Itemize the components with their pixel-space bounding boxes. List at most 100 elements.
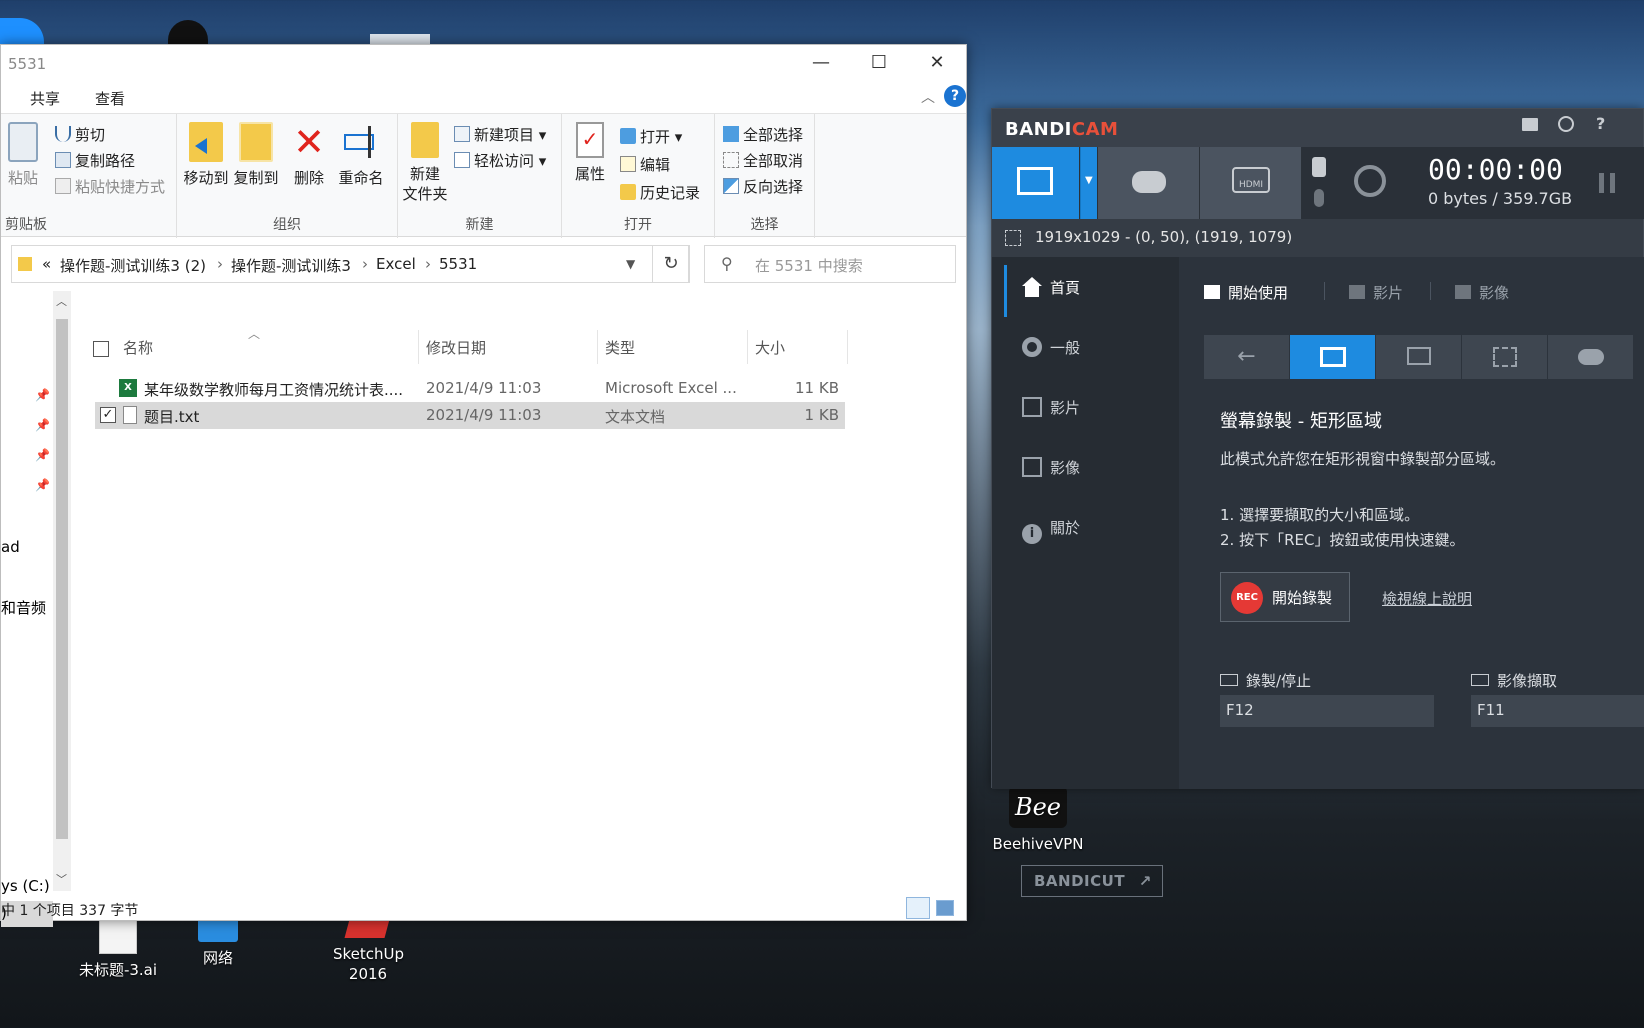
hdmi-mode-button[interactable]: HDMI xyxy=(1200,147,1302,219)
cut-button[interactable]: 剪切 xyxy=(55,124,105,145)
nav-item[interactable]: 和音频 xyxy=(1,597,46,618)
breadcrumb-item[interactable]: 操作题-测试训练3 xyxy=(231,255,351,276)
clock-icon[interactable] xyxy=(1558,116,1574,132)
speaker-icon[interactable] xyxy=(1312,157,1326,177)
select-all-button[interactable]: 全部选择 xyxy=(723,124,803,145)
bandicut-button[interactable]: BANDICUT ↗ xyxy=(1021,865,1163,897)
sidebar-item-image[interactable]: 影像 xyxy=(1022,457,1080,478)
address-bar[interactable]: « 操作题-测试训练3 (2) › 操作题-测试训练3 › Excel › 55… xyxy=(11,245,689,283)
refresh-button[interactable]: ↻ xyxy=(652,245,690,283)
tab-view[interactable]: 查看 xyxy=(95,88,125,109)
around-mouse-mode-tile[interactable] xyxy=(1462,335,1547,379)
app-icon-partial[interactable] xyxy=(0,18,44,46)
copy-to-button[interactable]: 复制到 xyxy=(233,122,279,188)
row-checkbox-checked[interactable]: ✓ xyxy=(100,407,116,423)
select-none-button[interactable]: 全部取消 xyxy=(723,150,803,171)
breadcrumb-overflow[interactable]: « xyxy=(42,255,51,273)
back-button[interactable]: ← xyxy=(1204,335,1289,379)
history-button[interactable]: 历史记录 xyxy=(620,182,700,203)
tab-video[interactable]: 影片 xyxy=(1349,282,1403,303)
title-bar[interactable]: 5531 — ☐ ✕ xyxy=(1,45,966,83)
hotkey-image-field[interactable]: F11 xyxy=(1471,695,1644,727)
nav-item[interactable]: ys (C:) xyxy=(1,877,50,895)
mode-dropdown-button[interactable]: ▼ xyxy=(1080,147,1098,219)
sidebar-item-video[interactable]: 影片 xyxy=(1022,397,1080,418)
close-button[interactable]: ✕ xyxy=(908,45,966,83)
chevron-down-icon[interactable]: ▼ xyxy=(626,257,635,271)
open-button[interactable]: 打开 ▾ xyxy=(620,126,682,147)
microphone-icon[interactable] xyxy=(1314,189,1324,207)
column-header-type[interactable]: 类型 xyxy=(605,337,635,358)
column-divider[interactable] xyxy=(418,330,419,364)
fullscreen-mode-tile[interactable] xyxy=(1376,335,1461,379)
game-mode-tile[interactable] xyxy=(1548,335,1633,379)
desktop-icon-sketchup[interactable]: SketchUp 2016 xyxy=(322,912,414,984)
game-mode-button[interactable] xyxy=(1098,147,1200,219)
new-item-button[interactable]: 新建项目 ▾ xyxy=(454,124,546,145)
online-help-link[interactable]: 檢視線上說明 xyxy=(1382,588,1472,609)
breadcrumb-item[interactable]: Excel xyxy=(376,255,416,273)
tab-share[interactable]: 共享 xyxy=(30,88,60,109)
maximize-button[interactable]: ☐ xyxy=(850,45,908,83)
sidebar-item-label: 影像 xyxy=(1050,459,1081,477)
file-explorer-window[interactable]: 5531 — ☐ ✕ 共享 查看 ︿ ? 粘贴 剪切 复制路径 粘贴快捷方式 剪… xyxy=(0,44,967,927)
column-divider[interactable] xyxy=(597,330,598,364)
sidebar-item-about[interactable]: i 關於 xyxy=(1022,517,1080,544)
delete-button[interactable]: ✕ 删除 xyxy=(289,122,329,188)
sidebar-item-general[interactable]: 一般 xyxy=(1022,337,1080,358)
easy-access-button[interactable]: 轻松访问 ▾ xyxy=(454,150,546,171)
desktop-icon-ai-file[interactable]: 未标题-3.ai xyxy=(72,912,164,980)
search-box[interactable]: ⚲ 在 5531 中搜索 xyxy=(704,245,956,283)
scroll-down-icon[interactable]: ﹀ xyxy=(56,871,67,887)
pause-icon[interactable] xyxy=(1599,173,1615,193)
properties-button[interactable]: ✓ 属性 xyxy=(570,122,610,184)
column-divider[interactable] xyxy=(747,330,748,364)
scroll-thumb[interactable] xyxy=(56,319,68,839)
paste-shortcut-button[interactable]: 粘贴快捷方式 xyxy=(55,176,165,197)
copy-path-button[interactable]: 复制路径 xyxy=(55,150,135,171)
start-recording-button[interactable]: REC 開始錄製 xyxy=(1220,572,1350,622)
bandicam-window[interactable]: BANDICAM ? ▼ HDMI 00:00:00 0 bytes / 359… xyxy=(991,108,1644,897)
move-to-button[interactable]: 移动到 xyxy=(183,122,229,188)
desktop-icon-beehivevpn[interactable]: Bee BeehiveVPN xyxy=(992,786,1084,854)
rec-icon: REC xyxy=(1231,582,1263,614)
pin-icon[interactable]: 📌 xyxy=(35,388,50,402)
paste-button[interactable]: 粘贴 xyxy=(5,122,41,188)
minimize-button[interactable]: — xyxy=(792,45,850,83)
breadcrumb-item[interactable]: 操作题-测试训练3 (2) xyxy=(60,255,206,276)
details-view-icon[interactable] xyxy=(906,897,930,919)
help-icon[interactable]: ? xyxy=(944,85,966,107)
rectangle-mode-button[interactable] xyxy=(992,147,1080,219)
column-header-modified[interactable]: 修改日期 xyxy=(426,337,486,358)
pin-icon[interactable]: 📌 xyxy=(35,478,50,492)
bandicam-title-bar[interactable]: BANDICAM ? xyxy=(992,109,1643,147)
collapse-ribbon-icon[interactable]: ︿ xyxy=(921,87,935,107)
file-row[interactable]: X 某年级数学教师每月工资情况统计表.... 2021/4/9 11:03 Mi… xyxy=(95,375,845,402)
breadcrumb-item[interactable]: 5531 xyxy=(439,255,477,273)
column-divider[interactable] xyxy=(847,330,848,364)
tab-image[interactable]: 影像 xyxy=(1455,282,1509,303)
pin-icon[interactable]: 📌 xyxy=(35,418,50,432)
new-folder-button[interactable]: 新建 文件夹 xyxy=(402,122,448,204)
pin-icon[interactable]: 📌 xyxy=(35,448,50,462)
scroll-up-icon[interactable]: ︿ xyxy=(56,293,67,309)
tab-divider xyxy=(1324,282,1325,300)
select-all-checkbox[interactable] xyxy=(93,341,109,357)
large-icons-view-icon[interactable] xyxy=(936,900,954,916)
tab-getting-started[interactable]: 開始使用 xyxy=(1204,282,1288,303)
rectangle-mode-tile[interactable] xyxy=(1290,335,1375,379)
help-icon[interactable]: ? xyxy=(1596,114,1605,133)
rename-button[interactable]: 重命名 xyxy=(337,122,385,188)
file-row-selected[interactable]: ✓ 题目.txt 2021/4/9 11:03 文本文档 1 KB xyxy=(95,402,845,429)
nav-scrollbar[interactable]: ︿ ﹀ xyxy=(53,291,71,891)
sidebar-item-home[interactable]: 首頁 xyxy=(1022,277,1080,298)
nav-item[interactable]: ad xyxy=(1,538,20,556)
hotkey-record-field[interactable]: F12 xyxy=(1220,695,1434,727)
column-header-name[interactable]: 名称 xyxy=(123,337,153,358)
webcam-icon[interactable] xyxy=(1354,165,1386,197)
qq-penguin-icon[interactable] xyxy=(168,20,208,46)
folder-icon[interactable] xyxy=(1522,118,1538,131)
invert-selection-button[interactable]: 反向选择 xyxy=(723,176,803,197)
edit-button[interactable]: 编辑 xyxy=(620,154,670,175)
column-header-size[interactable]: 大小 xyxy=(755,337,785,358)
